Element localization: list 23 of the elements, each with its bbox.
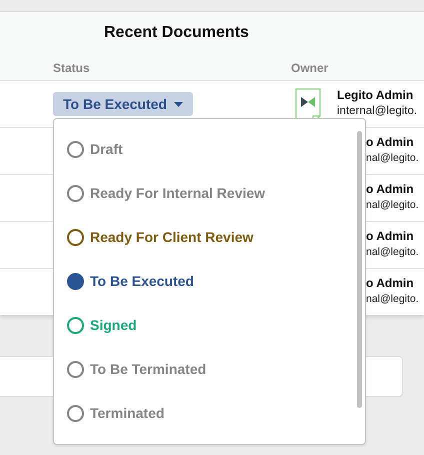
owner-email: nal@legito. [366,152,419,164]
owner-email: nal@legito. [366,246,419,258]
owner-email: internal@legito. [337,105,418,117]
status-option[interactable]: Draft [67,127,123,171]
caret-icon [174,102,183,106]
status-option[interactable]: To Be Executed [67,259,194,303]
status-dropdown[interactable]: To Be Executed [53,92,193,116]
status-option[interactable]: Ready For Internal Review [67,171,266,215]
card-title: Recent Documents [104,24,250,42]
owner-name: o Admin [366,276,415,290]
status-option[interactable]: Signed [67,303,137,347]
owner-name: o Admin [366,229,415,243]
status-option[interactable]: Ready For Client Review [67,215,254,259]
owner-email: nal@legito. [366,199,419,211]
owner-name: Legito Admin [337,88,414,102]
scrollbar[interactable] [357,131,362,408]
column-header: Owner [291,61,328,75]
status-option[interactable]: To Be Terminated [67,347,206,391]
owner-name: o Admin [366,182,415,196]
owner-name: o Admin [366,135,415,149]
status-option[interactable]: Terminated [67,391,164,435]
owner-email: nal@legito. [366,293,419,305]
column-header: Status [53,61,91,75]
